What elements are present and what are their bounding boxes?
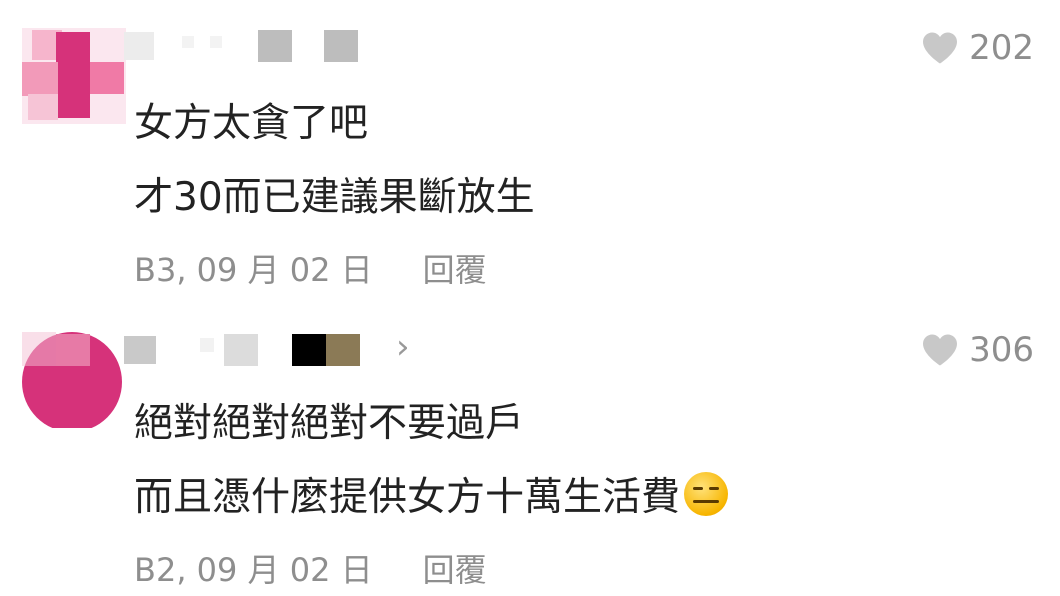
like-count: 202 <box>969 28 1034 68</box>
heart-icon[interactable] <box>921 333 959 367</box>
avatar[interactable] <box>22 28 126 124</box>
like-button[interactable]: 306 <box>921 330 1034 370</box>
avatar[interactable] <box>22 332 126 428</box>
chevron-right-icon[interactable]: › <box>396 329 410 365</box>
reply-button[interactable]: 回覆 <box>423 550 487 590</box>
comment-text-line: 絕對絕對絕對不要過戶 <box>134 401 525 446</box>
reply-button[interactable]: 回覆 <box>423 250 487 290</box>
comment-item: 202 女方太貪了吧 才30而已建議果斷放生 B3, 09 月 02 日 回覆 <box>0 0 1060 300</box>
floor-and-date: B3, 09 月 02 日 <box>134 251 373 289</box>
like-button[interactable]: 202 <box>921 28 1034 68</box>
comment-item: › 306 絕對絕對絕對不要過戶 而且憑什麼提供女方十萬生活費 B2, 09 月… <box>0 300 1060 596</box>
comment-text-line-with-emoji: 而且憑什麼提供女方十萬生活費 <box>134 472 729 522</box>
comment-text: 而且憑什麼提供女方十萬生活費 <box>134 475 681 520</box>
comment-text-line: 才30而已建議果斷放生 <box>134 175 535 220</box>
comment-meta: B2, 09 月 02 日 回覆 <box>134 550 487 590</box>
expressionless-face-emoji <box>684 472 729 516</box>
floor-and-date: B2, 09 月 02 日 <box>134 551 373 589</box>
comment-meta: B3, 09 月 02 日 回覆 <box>134 250 487 290</box>
like-count: 306 <box>969 330 1034 370</box>
heart-icon[interactable] <box>921 31 959 65</box>
comment-text-line: 女方太貪了吧 <box>134 101 369 146</box>
